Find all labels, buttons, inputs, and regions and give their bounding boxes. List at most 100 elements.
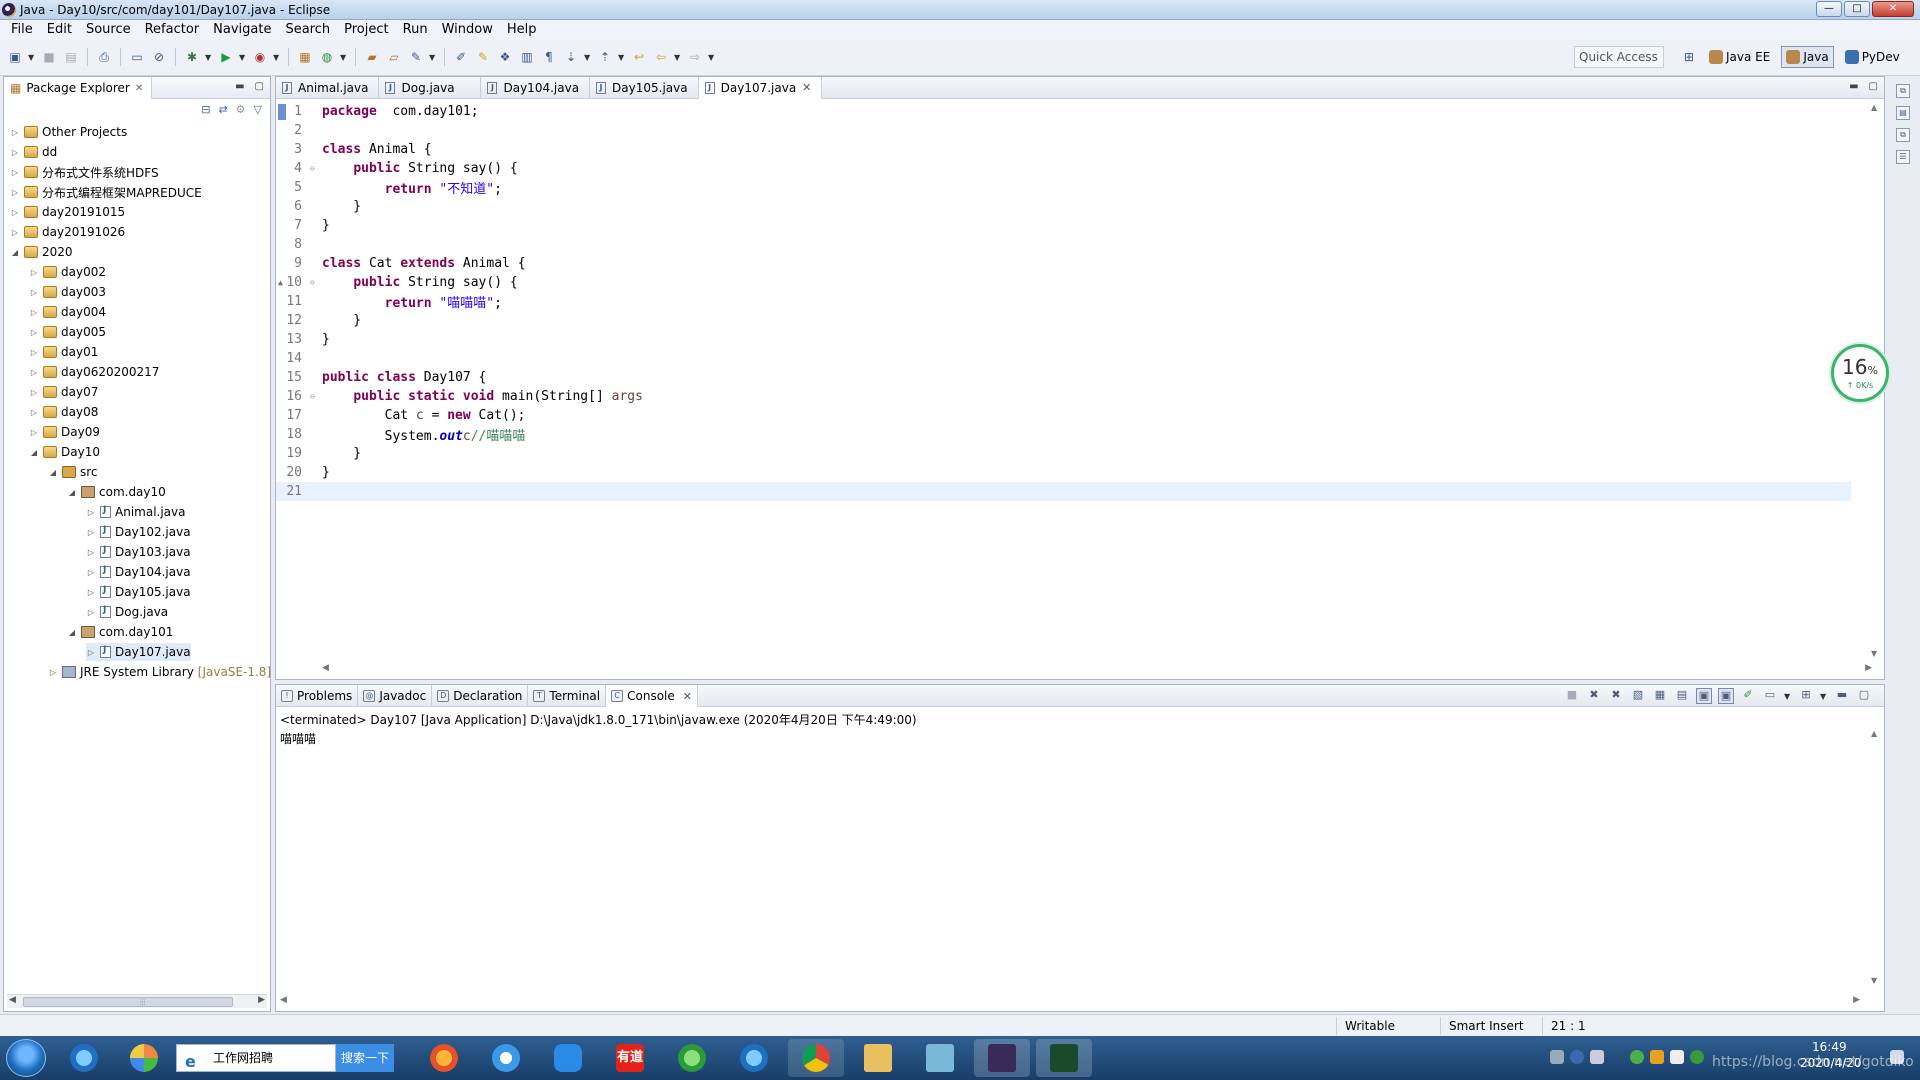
- menu-project[interactable]: Project: [337, 20, 395, 40]
- tree-item[interactable]: ▷ Other Projects: [10, 123, 127, 141]
- tree-item[interactable]: ▷ dd: [10, 143, 57, 161]
- tab-console[interactable]: C Console ✕: [606, 685, 698, 707]
- start-button[interactable]: [6, 1039, 46, 1077]
- horizontal-scrollbar[interactable]: ◀ ⦙⦙⦙ ▶: [7, 994, 267, 1008]
- code-line[interactable]: 11 return "喵喵喵";: [276, 292, 1851, 311]
- editor-tab[interactable]: J Day107.java ✕: [698, 77, 823, 99]
- network-speed-widget[interactable]: 16% ↑ 0K/s: [1831, 344, 1889, 402]
- tray-help-icon[interactable]: [1570, 1050, 1584, 1064]
- code-line[interactable]: 9 class Cat extends Animal {: [276, 254, 1851, 273]
- menu-edit[interactable]: Edit: [40, 20, 79, 40]
- code-line[interactable]: 8: [276, 235, 1851, 254]
- code-line[interactable]: 18 System.outc//喵喵喵: [276, 425, 1851, 444]
- collapse-arrow-icon[interactable]: ◢: [67, 628, 77, 637]
- cloud-taskbar-button[interactable]: [540, 1039, 596, 1077]
- show-whitespace-icon[interactable]: ¶: [540, 48, 558, 66]
- editor-tab[interactable]: J Dog.java: [379, 77, 482, 99]
- perspective-java-ee[interactable]: Java EE: [1704, 46, 1775, 68]
- tree-item[interactable]: ▷ Day104.java: [86, 563, 191, 581]
- expand-arrow-icon[interactable]: ▷: [29, 388, 39, 397]
- save-icon[interactable]: ■: [40, 48, 58, 66]
- focus-icon[interactable]: ⚙: [236, 103, 246, 116]
- scroll-left-icon[interactable]: ◀: [322, 663, 329, 673]
- scroll-up-icon[interactable]: ▲: [1871, 103, 1877, 112]
- fold-toggle-icon[interactable]: ⊖: [310, 392, 315, 401]
- task-list-icon[interactable]: ☰: [1896, 150, 1910, 164]
- restore-icon[interactable]: ⧉: [1896, 84, 1910, 98]
- tab-declaration[interactable]: D Declaration: [432, 685, 529, 707]
- new-icon[interactable]: ▣: [6, 48, 24, 66]
- tree-item[interactable]: ▷ day005: [29, 323, 106, 341]
- collapse-all-icon[interactable]: ⊟: [201, 103, 210, 116]
- expand-arrow-icon[interactable]: ▷: [86, 528, 96, 537]
- maximize-view-icon[interactable]: ▢: [255, 81, 264, 92]
- tab-terminal[interactable]: T Terminal: [528, 685, 607, 707]
- code-line[interactable]: 12 }: [276, 311, 1851, 330]
- console-output[interactable]: 喵喵喵: [280, 730, 316, 747]
- minimize-view-icon[interactable]: ▬: [1834, 688, 1850, 704]
- new-dropdown-icon[interactable]: ▼: [28, 53, 36, 62]
- code-line[interactable]: 21: [276, 482, 1851, 501]
- tree-item[interactable]: ▷ Day105.java: [86, 583, 191, 601]
- collapse-arrow-icon[interactable]: ◢: [10, 248, 20, 257]
- maximize-view-icon[interactable]: ▢: [1869, 81, 1878, 92]
- last-edit-icon[interactable]: ↩: [630, 48, 648, 66]
- expand-arrow-icon[interactable]: ▷: [10, 188, 20, 197]
- debug-icon[interactable]: ✱: [183, 48, 201, 66]
- show-on-output-icon[interactable]: ▣: [1696, 688, 1712, 704]
- block-selection-icon[interactable]: ▥: [518, 48, 536, 66]
- code-line[interactable]: 16 ⊖ public static void main(String[] arg…: [276, 387, 1851, 406]
- minimize-view-icon[interactable]: ▬: [235, 81, 244, 92]
- word-wrap-icon[interactable]: ▤: [1674, 688, 1690, 704]
- tree-item[interactable]: ▷ Day09: [29, 423, 100, 441]
- tray-network-icon[interactable]: [1670, 1050, 1684, 1064]
- tree-item[interactable]: ▷ day002: [29, 263, 106, 281]
- tray-360-icon[interactable]: [1630, 1050, 1644, 1064]
- menu-run[interactable]: Run: [396, 20, 435, 40]
- tree-item[interactable]: ▷ day07: [29, 383, 98, 401]
- taskbar-search-input[interactable]: e 工作网招聘: [176, 1044, 336, 1072]
- next-annotation-dropdown-icon[interactable]: ▼: [584, 53, 592, 62]
- code-line[interactable]: 14: [276, 349, 1851, 368]
- scroll-lock-icon[interactable]: ▦: [1652, 688, 1668, 704]
- save-all-icon[interactable]: ▤: [62, 48, 80, 66]
- scroll-left-icon[interactable]: ◀: [9, 995, 16, 1005]
- expand-arrow-icon[interactable]: ▷: [29, 268, 39, 277]
- vertical-scrollbar[interactable]: ▲ ▼: [1868, 729, 1882, 985]
- eclipse-taskbar-button[interactable]: [974, 1039, 1030, 1077]
- perspective-java[interactable]: Java: [1781, 46, 1834, 68]
- code-area[interactable]: 1 package com.day101; 2 3 class Animal {4 ⊖ p…: [276, 100, 1884, 660]
- expand-arrow-icon[interactable]: ▷: [10, 228, 20, 237]
- tray-settings-icon[interactable]: [1590, 1050, 1604, 1064]
- expand-arrow-icon[interactable]: ▷: [29, 348, 39, 357]
- chrome-taskbar-button[interactable]: [788, 1039, 844, 1077]
- tree-item[interactable]: ▷ day01: [29, 343, 98, 361]
- maximize-view-icon[interactable]: ▢: [1856, 688, 1872, 704]
- link-with-editor-icon[interactable]: ⇄: [218, 103, 227, 116]
- editor-tab[interactable]: J Day104.java: [481, 77, 591, 99]
- run-dropdown-icon[interactable]: ▼: [239, 53, 247, 62]
- debug-dropdown-icon[interactable]: ▼: [205, 53, 213, 62]
- close-icon[interactable]: ✕: [135, 83, 143, 94]
- scroll-right-icon[interactable]: ▶: [1853, 995, 1860, 1005]
- firefox-taskbar-button[interactable]: [416, 1039, 472, 1077]
- expand-arrow-icon[interactable]: ▷: [10, 208, 20, 217]
- scroll-down-icon[interactable]: ▼: [1871, 976, 1877, 985]
- close-tab-icon[interactable]: ✕: [802, 81, 811, 94]
- new-class-dropdown-icon[interactable]: ▼: [340, 53, 348, 62]
- ie-taskbar-button[interactable]: [56, 1039, 112, 1077]
- prev-annotation-dropdown-icon[interactable]: ▼: [618, 53, 626, 62]
- tree-item[interactable]: ◢ com.day101: [67, 623, 174, 641]
- tray-keyboard-icon[interactable]: [1550, 1050, 1564, 1064]
- annotation-icon[interactable]: ❖: [496, 48, 514, 66]
- remove-all-icon[interactable]: ✖: [1608, 688, 1624, 704]
- back-icon[interactable]: ⇦: [652, 48, 670, 66]
- youdao-taskbar-button[interactable]: 有道: [602, 1039, 658, 1077]
- tray-security-icon[interactable]: [1650, 1050, 1664, 1064]
- tree-item[interactable]: ▷ Dog.java: [86, 603, 168, 621]
- print-icon[interactable]: ⎙: [95, 48, 113, 66]
- display-console-dropdown-icon[interactable]: ▼: [1784, 692, 1792, 701]
- expand-arrow-icon[interactable]: ▷: [86, 648, 96, 657]
- new-java-project-icon[interactable]: ▦: [296, 48, 314, 66]
- expand-arrow-icon[interactable]: ▷: [29, 308, 39, 317]
